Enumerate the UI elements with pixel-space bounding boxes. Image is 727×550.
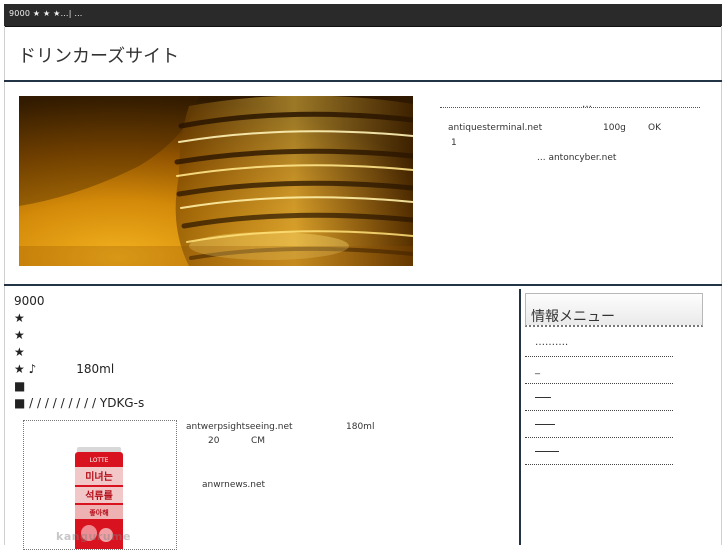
main-line-1: 9000: [14, 294, 45, 308]
top-bar: 9000 ★ ★ ★…| …: [4, 4, 722, 27]
sidebar-item-2[interactable]: _: [525, 358, 673, 384]
sidebar-item-3[interactable]: [525, 385, 673, 411]
sidebar-divider: [519, 289, 521, 545]
sidebar-item-5[interactable]: [525, 439, 673, 465]
main-line-3: ★: [14, 328, 25, 342]
top-bar-text: 9000 ★ ★ ★…| …: [9, 9, 83, 18]
main-line-5-text: ★ ♪: [14, 362, 37, 376]
sidebar-item-4[interactable]: [525, 412, 673, 438]
hero-dotted-divider: [440, 107, 700, 108]
sidebar: 情報メニュー ………. _: [525, 293, 705, 545]
main-line-5: ★ ♪ 180ml: [14, 362, 114, 376]
main-line-7: ■ / / / / / / / / / YDKG-s: [14, 396, 145, 410]
main-line-2: ★: [14, 311, 25, 325]
site-title[interactable]: ドリンカーズサイト: [18, 42, 179, 68]
sidebar-item-1[interactable]: ……….: [525, 331, 673, 357]
glass-photo: [19, 96, 413, 266]
sidebar-item-3-mark: [535, 397, 551, 398]
product-number: 20: [208, 436, 220, 446]
main-line-4: ★: [14, 345, 25, 359]
main-volume: 180ml: [76, 362, 115, 376]
product-card[interactable]: LOTTE 미녀는 석류를 좋아해 kangurume: [23, 420, 177, 550]
sidebar-item-5-mark: [535, 451, 559, 452]
sidebar-item-4-mark: [535, 424, 555, 425]
hero-info: … antiquesterminal.net 100g OK 1 ... ant…: [440, 98, 700, 178]
can-line-2: 석류를: [85, 489, 113, 502]
main-line-6: ■: [14, 379, 26, 393]
product-description: antwerpsightseeing.net 180ml 20 CM anwrn…: [186, 422, 506, 502]
product-watermark: kangurume: [56, 530, 131, 543]
can-line-1: 미녀는: [85, 470, 113, 483]
sidebar-header-title: 情報メニュー: [531, 309, 615, 325]
sidebar-item-1-label: ……….: [535, 337, 569, 348]
hero-link-1[interactable]: antiquesterminal.net: [448, 123, 542, 133]
product-cm: CM: [251, 436, 266, 446]
hero-ok: OK: [648, 123, 661, 133]
can-line-3: 좋아해: [89, 508, 108, 517]
sidebar-header: 情報メニュー: [525, 293, 703, 327]
product-volume: 180ml: [346, 422, 375, 432]
product-link-1[interactable]: antwerpsightseeing.net: [186, 422, 293, 432]
hero-ellipsis: …: [582, 99, 593, 110]
sidebar-item-2-label: _: [535, 364, 540, 375]
hero-link-2[interactable]: ... antoncyber.net: [537, 153, 616, 163]
hero-number: 1: [451, 138, 457, 148]
product-link-2[interactable]: anwrnews.net: [202, 480, 265, 490]
content-divider: [4, 284, 722, 286]
hero-amount: 100g: [603, 123, 626, 133]
hero-image: [19, 96, 413, 266]
can-brand-text: LOTTE: [90, 457, 109, 464]
header-divider: [4, 80, 722, 82]
